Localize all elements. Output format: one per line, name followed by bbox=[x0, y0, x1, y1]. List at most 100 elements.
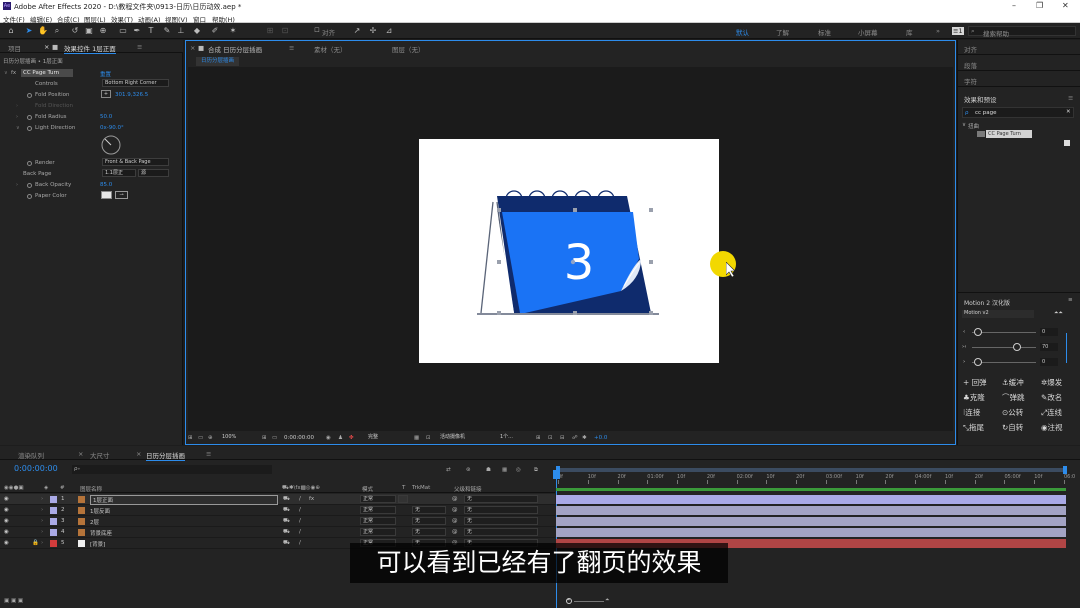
motion-button-spin[interactable]: ↻自转 bbox=[1002, 422, 1023, 433]
close-window-button[interactable]: ✕ bbox=[1062, 1, 1069, 10]
collapse-icon[interactable]: ∨ bbox=[16, 125, 20, 131]
exposure-value[interactable]: +0.0 bbox=[594, 435, 607, 441]
effects-presets-header[interactable]: 效果和预设 ≡ bbox=[958, 90, 1080, 105]
motion-button-burst[interactable]: ✲爆发 bbox=[1041, 377, 1062, 388]
controls-dropdown[interactable]: Bottom Right Corner bbox=[102, 79, 169, 87]
view-axis-icon[interactable]: ⊿ bbox=[384, 26, 394, 36]
close-tab-icon[interactable]: × bbox=[190, 44, 195, 52]
shy-switch-icon[interactable]: ⛟ bbox=[283, 518, 290, 525]
workspace-small-screen[interactable]: 小屏幕 bbox=[858, 27, 878, 37]
stopwatch-icon[interactable] bbox=[27, 93, 32, 98]
timeline-zoom-thumb[interactable] bbox=[566, 598, 572, 604]
effect-result-item[interactable]: CC Page Turn bbox=[986, 130, 1032, 138]
home-icon[interactable]: ⌂ bbox=[6, 26, 16, 36]
blend-mode-dropdown[interactable]: 正常 bbox=[360, 517, 396, 525]
layer-row[interactable]: ◉ › 3 2层 ⛟ / 正常 无 @ 无 bbox=[0, 516, 555, 527]
expand-layer-icon[interactable]: › bbox=[41, 496, 43, 502]
label-color-swatch[interactable] bbox=[50, 518, 57, 525]
motion-version-dropdown[interactable]: Motion v2 bbox=[962, 310, 1034, 318]
tab-large-size[interactable]: 大尺寸 bbox=[90, 450, 110, 460]
blend-mode-dropdown[interactable]: 正常 bbox=[360, 506, 396, 514]
lock-icon[interactable]: ■ bbox=[52, 43, 58, 51]
motion-button-jump[interactable]: ⌒弹跳 bbox=[1002, 392, 1025, 403]
resolution-dropdown[interactable]: 完整 bbox=[366, 434, 410, 442]
light-direction-value[interactable]: 0x-90.0° bbox=[100, 125, 124, 131]
pick-whip-icon[interactable]: @ bbox=[452, 518, 458, 524]
label-color-swatch[interactable] bbox=[50, 496, 57, 503]
shy-switch-icon[interactable]: ⛟ bbox=[283, 529, 290, 536]
blend-mode-dropdown[interactable]: 正常 bbox=[360, 495, 396, 503]
crosshair-icon[interactable]: + bbox=[101, 90, 111, 98]
layer-name[interactable]: [背景] bbox=[90, 540, 105, 548]
mask-visibility-icon[interactable]: ⊕ bbox=[208, 435, 213, 441]
new-preset-icon[interactable] bbox=[1064, 140, 1070, 146]
exposure-icon[interactable]: ✱ bbox=[582, 435, 587, 441]
stopwatch-icon[interactable] bbox=[27, 183, 32, 188]
paragraph-panel-header[interactable]: 段落 bbox=[958, 56, 1080, 71]
monitor-icon[interactable]: ▭ bbox=[198, 435, 203, 441]
sync-settings-icon[interactable]: ≡1 bbox=[952, 27, 964, 35]
layer-name[interactable]: 1层反面 bbox=[90, 507, 110, 515]
panel-menu-icon[interactable]: ≡ bbox=[137, 43, 142, 51]
axis-tool-icon[interactable]: ↗ bbox=[352, 26, 362, 36]
lock-icon[interactable]: ■ bbox=[198, 44, 204, 52]
fold-position-value[interactable]: 301.9,326.5 bbox=[115, 92, 148, 98]
rectangle-tool-icon[interactable]: ▭ bbox=[118, 26, 128, 36]
transparency-grid-icon[interactable]: ▦ bbox=[414, 435, 419, 441]
quality-switch-icon[interactable]: / bbox=[299, 518, 301, 524]
comp-breadcrumb[interactable]: 日历分层插画 bbox=[196, 57, 240, 66]
stopwatch-icon[interactable] bbox=[27, 194, 32, 199]
tab-calendar-comp[interactable]: 日历分层插画 bbox=[146, 450, 185, 461]
effects-category-distort[interactable]: 扭曲 bbox=[968, 122, 979, 130]
quality-switch-icon[interactable]: / bbox=[299, 529, 301, 535]
graph-editor-icon[interactable]: ⧉ bbox=[534, 467, 538, 474]
channel-icon[interactable]: ✤ bbox=[349, 435, 354, 441]
views-dropdown[interactable]: 1个... bbox=[498, 434, 530, 442]
camera-tool-icon[interactable]: ▣ bbox=[84, 26, 94, 36]
expand-icon[interactable]: › bbox=[16, 103, 18, 109]
slider-both-track[interactable] bbox=[972, 347, 1036, 348]
blend-mode-dropdown[interactable]: 正常 bbox=[360, 528, 396, 536]
parent-dropdown[interactable]: 无 bbox=[464, 528, 538, 536]
motion-button-connect[interactable]: ⤢连线 bbox=[1041, 407, 1062, 418]
fx-switch-icon[interactable]: fx bbox=[309, 496, 314, 502]
slider-in-value[interactable]: 0 bbox=[1040, 328, 1058, 336]
quality-switch-icon[interactable]: / bbox=[299, 496, 301, 502]
pan-behind-tool-icon[interactable]: ⊕ bbox=[98, 26, 108, 36]
tab-footage[interactable]: 素材（无） bbox=[314, 44, 347, 54]
slider-in-thumb[interactable] bbox=[974, 328, 982, 336]
pen-tool-icon[interactable]: ✒ bbox=[132, 26, 142, 36]
layer-row[interactable]: ◉ › 4 背景底座 ⛟ / 正常 无 @ 无 bbox=[0, 527, 555, 538]
timeline-timecode[interactable]: 0:00:00:00 bbox=[14, 464, 58, 473]
expand-icon[interactable]: › bbox=[16, 182, 18, 188]
workspace-learn[interactable]: 了解 bbox=[776, 27, 789, 37]
motion-blur-icon[interactable]: ◎ bbox=[516, 467, 521, 473]
eyedropper-icon[interactable]: ⊸ bbox=[115, 191, 128, 199]
parent-dropdown[interactable]: 无 bbox=[464, 517, 538, 525]
motion-button-trail[interactable]: ⤡拖尾 bbox=[963, 422, 984, 433]
selection-tool-icon[interactable]: ➤ bbox=[24, 26, 34, 36]
workspace-default[interactable]: 默认 bbox=[736, 27, 749, 37]
tab-effect-controls[interactable]: 效果控件 1层正面 bbox=[64, 43, 116, 54]
parent-dropdown[interactable]: 无 bbox=[464, 495, 538, 503]
zoom-in-icon[interactable]: ⏶ bbox=[605, 597, 609, 604]
quality-switch-icon[interactable]: / bbox=[299, 540, 301, 546]
tab-project[interactable]: 项目 bbox=[8, 43, 21, 53]
tab-layer[interactable]: 图层（无） bbox=[392, 44, 425, 54]
toggle-pixel-aspect-icon[interactable]: ⊞ bbox=[536, 435, 541, 441]
minimize-button[interactable]: – bbox=[1012, 1, 1016, 10]
timeline-zoom-slider[interactable] bbox=[574, 601, 604, 602]
layer-row[interactable]: ◉ › 2 1层反面 ⛟ / 正常 无 @ 无 bbox=[0, 505, 555, 516]
paper-color-swatch[interactable] bbox=[101, 191, 112, 199]
visibility-eye-icon[interactable]: ◉ bbox=[4, 496, 9, 502]
layer-name-header[interactable]: 图层名称 bbox=[80, 485, 102, 493]
effect-name[interactable]: CC Page Turn bbox=[23, 70, 59, 76]
expand-layer-icon[interactable]: › bbox=[41, 529, 43, 535]
expand-layer-icon[interactable]: › bbox=[41, 507, 43, 513]
clone-stamp-tool-icon[interactable]: ⊥ bbox=[176, 26, 186, 36]
brush-tool-icon[interactable]: ✎ bbox=[162, 26, 172, 36]
expand-icon[interactable]: › bbox=[16, 114, 18, 120]
pick-whip-icon[interactable]: @ bbox=[452, 529, 458, 535]
parent-dropdown[interactable]: 无 bbox=[464, 506, 538, 514]
work-area-bar[interactable] bbox=[557, 468, 1067, 472]
